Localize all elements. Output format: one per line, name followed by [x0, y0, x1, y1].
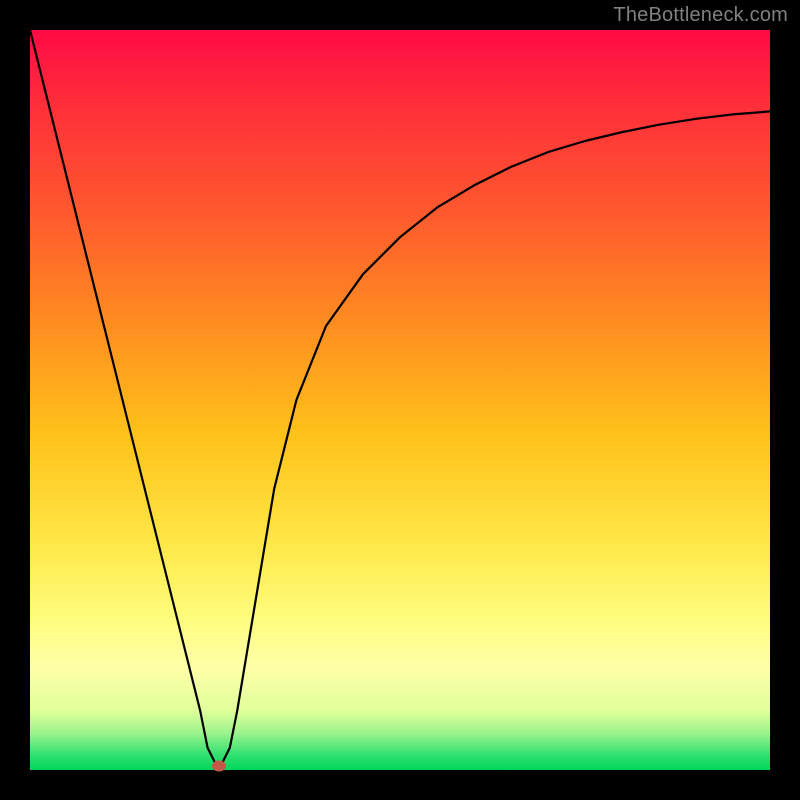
valley-marker: [212, 761, 226, 772]
chart-frame: TheBottleneck.com: [0, 0, 800, 800]
curve-svg: [30, 30, 770, 770]
plot-area: [30, 30, 770, 770]
bottleneck-curve: [30, 30, 770, 763]
watermark-text: TheBottleneck.com: [613, 4, 788, 27]
